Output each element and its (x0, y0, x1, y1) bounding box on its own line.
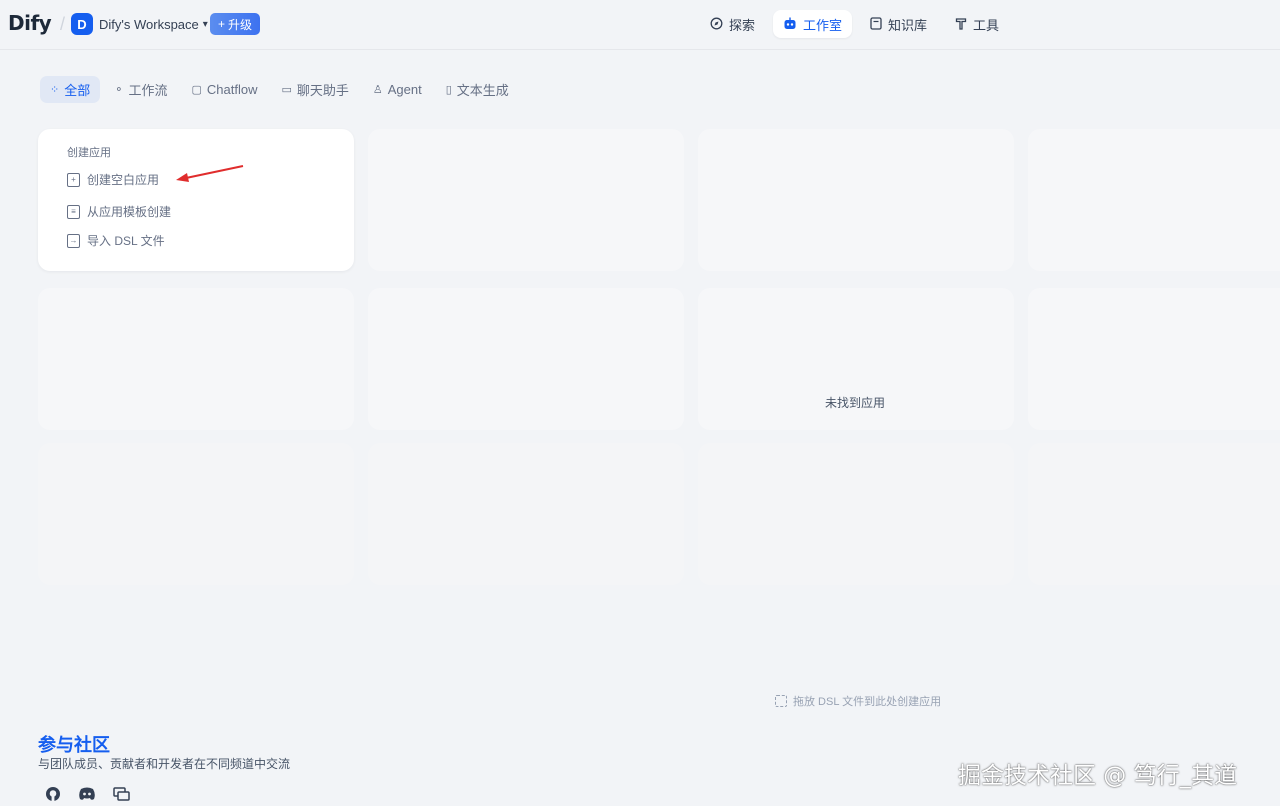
app-card-placeholder (38, 443, 354, 585)
workspace-avatar: D (71, 13, 93, 35)
tab-agent[interactable]: ♙ Agent (363, 76, 432, 103)
tab-chat-assistant[interactable]: ▭ 聊天助手 (271, 76, 358, 103)
import-icon: → (67, 233, 80, 248)
app-card-placeholder (38, 288, 354, 430)
tab-chatflow-label: Chatflow (206, 82, 258, 97)
empty-state-text: 未找到应用 (825, 396, 886, 410)
import-dsl-button[interactable]: → 导入 DSL 文件 (67, 232, 165, 249)
chevron-down-icon: ▾ (202, 18, 208, 30)
app-card-placeholder (1028, 288, 1280, 430)
upgrade-label: 升级 (228, 17, 253, 32)
watermark-text: 掘金技术社区 @ 笃行_其道 (958, 763, 1238, 789)
drop-hint-text: 拖放 DSL 文件到此处创建应用 (793, 696, 942, 708)
nav-explore[interactable]: 探索 (700, 10, 765, 38)
main-nav: 探索 工作室 知识库 工具 (700, 10, 1009, 38)
community-links (44, 786, 130, 802)
workspace-name: Dify's Workspace (99, 16, 199, 32)
tab-text-generation[interactable]: ▯ 文本生成 (436, 76, 519, 103)
app-card-placeholder (368, 443, 684, 585)
doc-icon: ▯ (445, 84, 452, 96)
tab-all-label: 全部 (64, 83, 91, 98)
dsl-drop-zone[interactable]: 拖放 DSL 文件到此处创建应用 (775, 693, 941, 709)
tab-chat-assistant-label: 聊天助手 (296, 83, 349, 98)
create-blank-app-label: 创建空白应用 (87, 173, 160, 187)
annotation-arrow-icon (176, 165, 244, 182)
agent-icon: ♙ (372, 84, 383, 96)
robot-icon (783, 17, 797, 32)
nav-studio[interactable]: 工作室 (773, 10, 853, 38)
community-description: 与团队成员、贡献者和开发者在不同频道中交流 (38, 757, 291, 771)
nav-explore-label: 探索 (729, 17, 756, 33)
nav-studio-label: 工作室 (803, 17, 843, 33)
grid-icon: ⁘ (50, 84, 60, 96)
import-dsl-label: 导入 DSL 文件 (87, 234, 165, 248)
template-icon: ≡ (67, 204, 80, 219)
book-icon (870, 16, 882, 32)
create-app-card: 创建应用 + 创建空白应用 ≡ 从应用模板创建 → 导入 DSL 文件 (38, 129, 354, 271)
tab-text-generation-label: 文本生成 (456, 83, 509, 98)
upgrade-button[interactable]: + 升级 (210, 13, 261, 35)
app-card-placeholder (368, 129, 684, 271)
app-card-placeholder (368, 288, 684, 430)
create-from-template-label: 从应用模板创建 (87, 205, 172, 219)
create-from-template-button[interactable]: ≡ 从应用模板创建 (67, 203, 171, 220)
app-card-placeholder (1028, 443, 1280, 585)
chatflow-icon: ▢ (191, 84, 202, 96)
app-card-placeholder (1028, 129, 1280, 271)
tab-chatflow[interactable]: ▢ Chatflow (181, 76, 267, 103)
app-type-tabs: ⁘ 全部 ⚬ 工作流 ▢ Chatflow ▭ 聊天助手 ♙ Agent ▯ 文… (40, 76, 519, 103)
logo-text: Dify (8, 11, 52, 35)
drop-file-icon (775, 695, 787, 707)
github-icon[interactable] (44, 786, 62, 802)
hammer-icon (955, 17, 967, 32)
nav-tools-label: 工具 (973, 17, 1000, 33)
discord-icon[interactable] (78, 786, 96, 802)
chat-icon: ▭ (281, 84, 292, 96)
nav-knowledge-label: 知识库 (888, 17, 928, 33)
nav-tools[interactable]: 工具 (945, 10, 1009, 38)
workspace-switcher[interactable]: D Dify's Workspace ▾ (71, 13, 208, 35)
tab-workflow-label: 工作流 (128, 83, 168, 98)
dify-logo[interactable]: Dify (8, 11, 52, 35)
workflow-icon: ⚬ (114, 84, 124, 96)
nav-knowledge[interactable]: 知识库 (860, 10, 937, 38)
compass-icon (710, 17, 723, 32)
create-app-title: 创建应用 (67, 147, 111, 159)
tab-agent-label: Agent (387, 82, 422, 97)
plus-icon: + (218, 17, 226, 31)
tab-workflow[interactable]: ⚬ 工作流 (104, 76, 177, 103)
create-blank-app-button[interactable]: + 创建空白应用 (67, 171, 159, 188)
forum-icon[interactable] (112, 786, 130, 802)
top-bar: Dify / D Dify's Workspace ▾ + 升级 探索 工作室 … (0, 0, 1280, 50)
new-file-icon: + (67, 172, 80, 187)
divider-slash: / (60, 14, 66, 34)
community-title: 参与社区 (38, 735, 110, 755)
app-card-placeholder (698, 129, 1014, 271)
tab-all[interactable]: ⁘ 全部 (40, 76, 101, 103)
app-card-placeholder (698, 443, 1014, 585)
